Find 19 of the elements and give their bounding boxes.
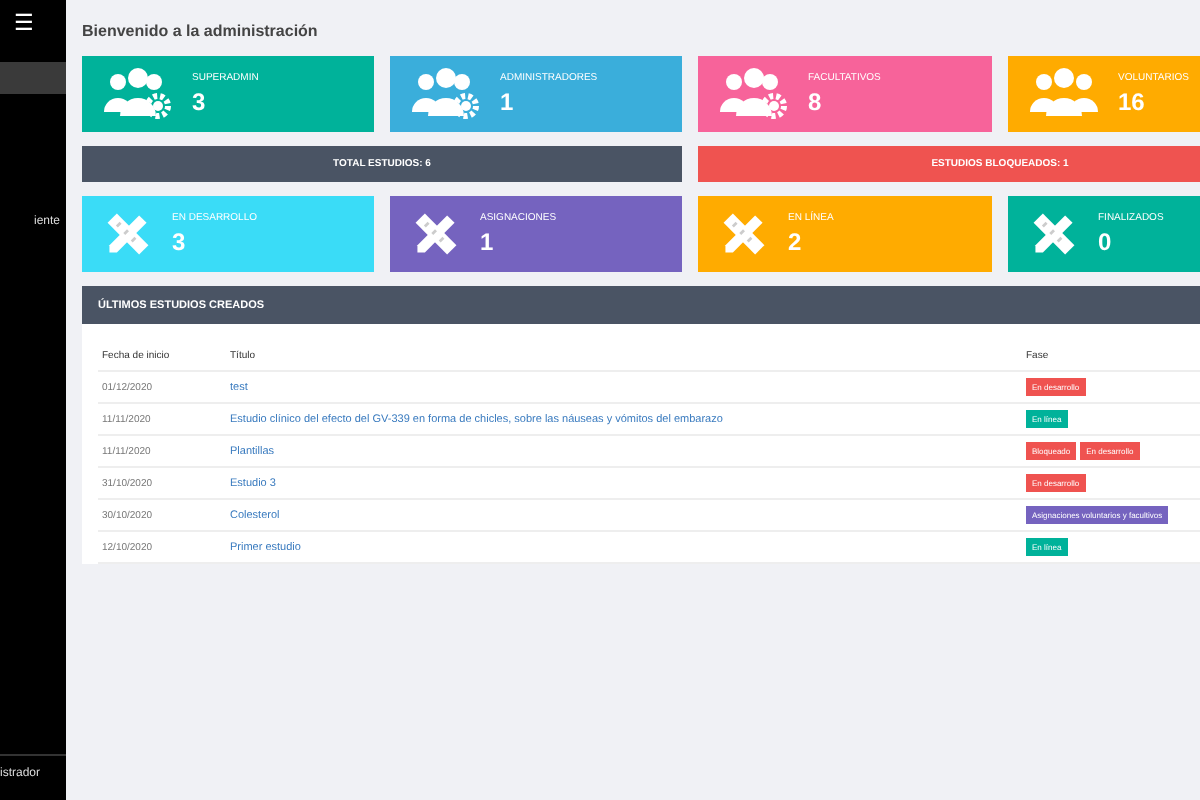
users-gear-icon xyxy=(718,68,790,120)
pencil-ruler-icon xyxy=(718,208,770,260)
menu-icon[interactable]: ☰ xyxy=(0,0,66,62)
stat-value: 1 xyxy=(500,88,516,116)
stat-value: 16 xyxy=(1118,88,1147,116)
users-gear-icon xyxy=(410,68,482,120)
stat-value: 1 xyxy=(480,228,496,256)
stat-value: 0 xyxy=(1098,228,1114,256)
page-title: Bienvenido a la administración xyxy=(82,20,320,44)
pencil-ruler-icon xyxy=(410,208,462,260)
stat-value: 8 xyxy=(808,88,824,116)
stat-value: 3 xyxy=(172,228,188,256)
users-gear-icon xyxy=(102,68,174,120)
pencil-ruler-icon xyxy=(1028,208,1080,260)
sidebar-item[interactable] xyxy=(0,62,66,94)
pencil-ruler-icon xyxy=(102,208,154,260)
stat-value: 3 xyxy=(192,88,208,116)
users-icon xyxy=(1028,68,1100,120)
stat-value: 2 xyxy=(788,228,804,256)
